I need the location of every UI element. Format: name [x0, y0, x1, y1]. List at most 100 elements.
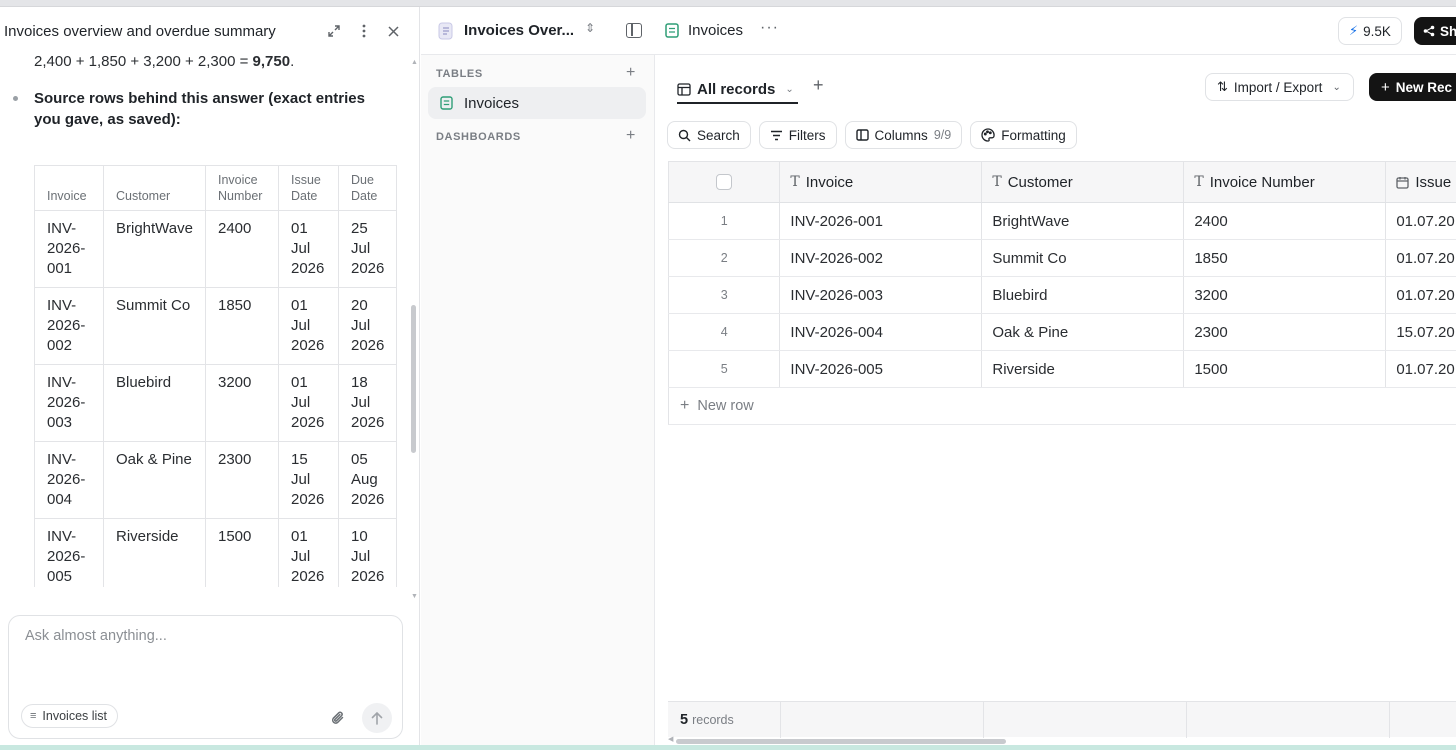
- row-number: 4: [668, 314, 781, 350]
- cell-issue-date[interactable]: 15.07.20: [1386, 314, 1456, 350]
- table-row[interactable]: 4 INV-2026-004 Oak & Pine 2300 15.07.20: [668, 314, 1456, 351]
- source-cell-customer: Summit Co: [103, 287, 206, 365]
- chat-header: Invoices overview and overdue summary: [0, 7, 420, 55]
- new-record-button[interactable]: + New Rec: [1369, 73, 1456, 101]
- app-header: Invoices Over... ⇕ Invoices ··· ⚡ 9.5K S…: [421, 7, 1456, 55]
- column-header-invoice[interactable]: T Invoice: [780, 162, 983, 202]
- send-button[interactable]: [362, 703, 392, 733]
- cell-customer[interactable]: Bluebird: [982, 277, 1185, 313]
- source-header-invoice-number: Invoice Number: [204, 165, 279, 211]
- add-view-plus-icon[interactable]: +: [813, 75, 824, 96]
- column-header-customer[interactable]: T Customer: [982, 162, 1185, 202]
- source-cell-invoice: INV-2026-001: [34, 210, 104, 288]
- chevron-down-icon[interactable]: ⌄: [785, 84, 793, 95]
- new-row-button[interactable]: + New row: [668, 388, 1456, 425]
- cell-issue-date[interactable]: 01.07.20: [1386, 240, 1456, 276]
- cell-customer[interactable]: Summit Co: [982, 240, 1185, 276]
- more-horizontal-icon[interactable]: ···: [760, 19, 779, 37]
- base-icon: [438, 22, 454, 40]
- column-header-issue-date[interactable]: Issue: [1386, 162, 1456, 202]
- horizontal-scroll-thumb[interactable]: [676, 739, 1006, 744]
- cell-invoice-number[interactable]: 3200: [1184, 277, 1387, 313]
- columns-icon: [855, 129, 869, 141]
- table-row[interactable]: 2 INV-2026-002 Summit Co 1850 01.07.20: [668, 240, 1456, 277]
- search-icon: [678, 129, 691, 141]
- share-label: Sh: [1440, 23, 1456, 39]
- expand-icon[interactable]: [324, 21, 344, 41]
- cell-customer[interactable]: BrightWave: [982, 203, 1185, 239]
- column-header-label: Issue: [1415, 173, 1452, 191]
- cell-issue-date[interactable]: 01.07.20: [1386, 203, 1456, 239]
- chevron-up-down-icon[interactable]: ⇕: [585, 21, 595, 35]
- source-cell-number: 2300: [204, 441, 279, 519]
- search-button[interactable]: Search: [667, 121, 751, 149]
- context-chip-invoices-list[interactable]: ≡ Invoices list: [21, 704, 119, 728]
- current-table-name[interactable]: Invoices: [688, 22, 743, 39]
- source-cell-invoice: INV-2026-002: [34, 287, 104, 365]
- table-row[interactable]: 5 INV-2026-005 Riverside 1500 01.07.20: [668, 351, 1456, 388]
- scroll-left-arrow-icon[interactable]: ◀: [668, 735, 673, 743]
- source-cell-invoice: INV-2026-003: [34, 364, 104, 442]
- column-header-invoice-number[interactable]: T Invoice Number: [1184, 162, 1387, 202]
- cell-invoice-number[interactable]: 1500: [1184, 351, 1387, 387]
- formatting-button[interactable]: Formatting: [970, 121, 1077, 149]
- add-dashboard-plus-icon[interactable]: +: [626, 127, 635, 145]
- close-icon[interactable]: [383, 21, 403, 41]
- cell-issue-date[interactable]: 01.07.20: [1386, 277, 1456, 313]
- sidebar-toggle-icon[interactable]: [626, 23, 642, 38]
- filter-icon: [770, 130, 782, 140]
- chat-messages: 2,400 + 1,850 + 3,200 + 2,300 = 9,750. S…: [0, 55, 406, 587]
- share-button[interactable]: Sh: [1414, 17, 1456, 45]
- more-vertical-icon[interactable]: [354, 21, 374, 41]
- scroll-down-arrow-icon[interactable]: ▼: [411, 593, 418, 600]
- columns-button[interactable]: Columns 9/9: [844, 121, 963, 149]
- select-all-cell: [668, 162, 781, 202]
- cell-invoice[interactable]: INV-2026-001: [780, 203, 983, 239]
- table-row[interactable]: 1 INV-2026-001 BrightWave 2400 01.07.20: [668, 203, 1456, 240]
- chat-scrollbar[interactable]: ▲ ▼: [408, 55, 420, 605]
- source-cell-customer: Riverside: [103, 518, 206, 587]
- text-type-icon: T: [790, 174, 800, 190]
- source-cell-due: 20 Jul 2026: [337, 287, 398, 365]
- source-cell-due: 25 Jul 2026: [337, 210, 398, 288]
- chat-scroll-thumb[interactable]: [411, 305, 416, 453]
- chat-input[interactable]: [25, 628, 385, 644]
- scroll-up-arrow-icon[interactable]: ▲: [411, 59, 418, 66]
- horizontal-scrollbar[interactable]: ◀: [668, 735, 1456, 745]
- cell-invoice[interactable]: INV-2026-005: [780, 351, 983, 387]
- grid-header-row: T Invoice T Customer T Invoice Number Issue: [668, 162, 1456, 203]
- cell-issue-date[interactable]: 01.07.20: [1386, 351, 1456, 387]
- columns-label: Columns: [874, 127, 928, 143]
- cell-invoice-number[interactable]: 2300: [1184, 314, 1387, 350]
- source-table-row: INV-2026-003 Bluebird 3200 01 Jul 2026 1…: [34, 364, 398, 442]
- source-cell-number: 2400: [204, 210, 279, 288]
- base-name[interactable]: Invoices Over...: [464, 22, 574, 39]
- source-header-invoice: Invoice: [34, 165, 104, 211]
- cell-invoice-number[interactable]: 1850: [1184, 240, 1387, 276]
- credits-badge[interactable]: ⚡ 9.5K: [1338, 17, 1402, 45]
- row-number: 1: [668, 203, 781, 239]
- source-cell-issue: 01 Jul 2026: [277, 287, 339, 365]
- paperclip-icon[interactable]: [329, 709, 347, 727]
- table-row[interactable]: 3 INV-2026-003 Bluebird 3200 01.07.20: [668, 277, 1456, 314]
- source-table-row: INV-2026-004 Oak & Pine 2300 15 Jul 2026…: [34, 441, 398, 519]
- filters-button[interactable]: Filters: [758, 121, 837, 149]
- tab-all-records[interactable]: All records ⌄: [677, 76, 798, 104]
- select-all-checkbox[interactable]: [716, 174, 733, 190]
- source-table-row: INV-2026-002 Summit Co 1850 01 Jul 2026 …: [34, 287, 398, 365]
- cell-customer[interactable]: Riverside: [982, 351, 1185, 387]
- source-table-header-row: Invoice Customer Invoice Number Issue Da…: [34, 165, 398, 211]
- cell-customer[interactable]: Oak & Pine: [982, 314, 1185, 350]
- window-top-strip: [0, 0, 1456, 7]
- sidebar-item-invoices[interactable]: Invoices: [428, 87, 646, 119]
- import-export-button[interactable]: ⇅ Import / Export ⌄: [1205, 73, 1354, 101]
- cell-invoice[interactable]: INV-2026-004: [780, 314, 983, 350]
- add-table-plus-icon[interactable]: +: [626, 64, 635, 82]
- arrow-up-icon: [371, 711, 383, 725]
- cell-invoice[interactable]: INV-2026-002: [780, 240, 983, 276]
- source-cell-issue: 01 Jul 2026: [277, 364, 339, 442]
- cell-invoice[interactable]: INV-2026-003: [780, 277, 983, 313]
- plus-icon: +: [680, 397, 690, 414]
- cell-invoice-number[interactable]: 2400: [1184, 203, 1387, 239]
- source-header-due-date: Due Date: [337, 165, 398, 211]
